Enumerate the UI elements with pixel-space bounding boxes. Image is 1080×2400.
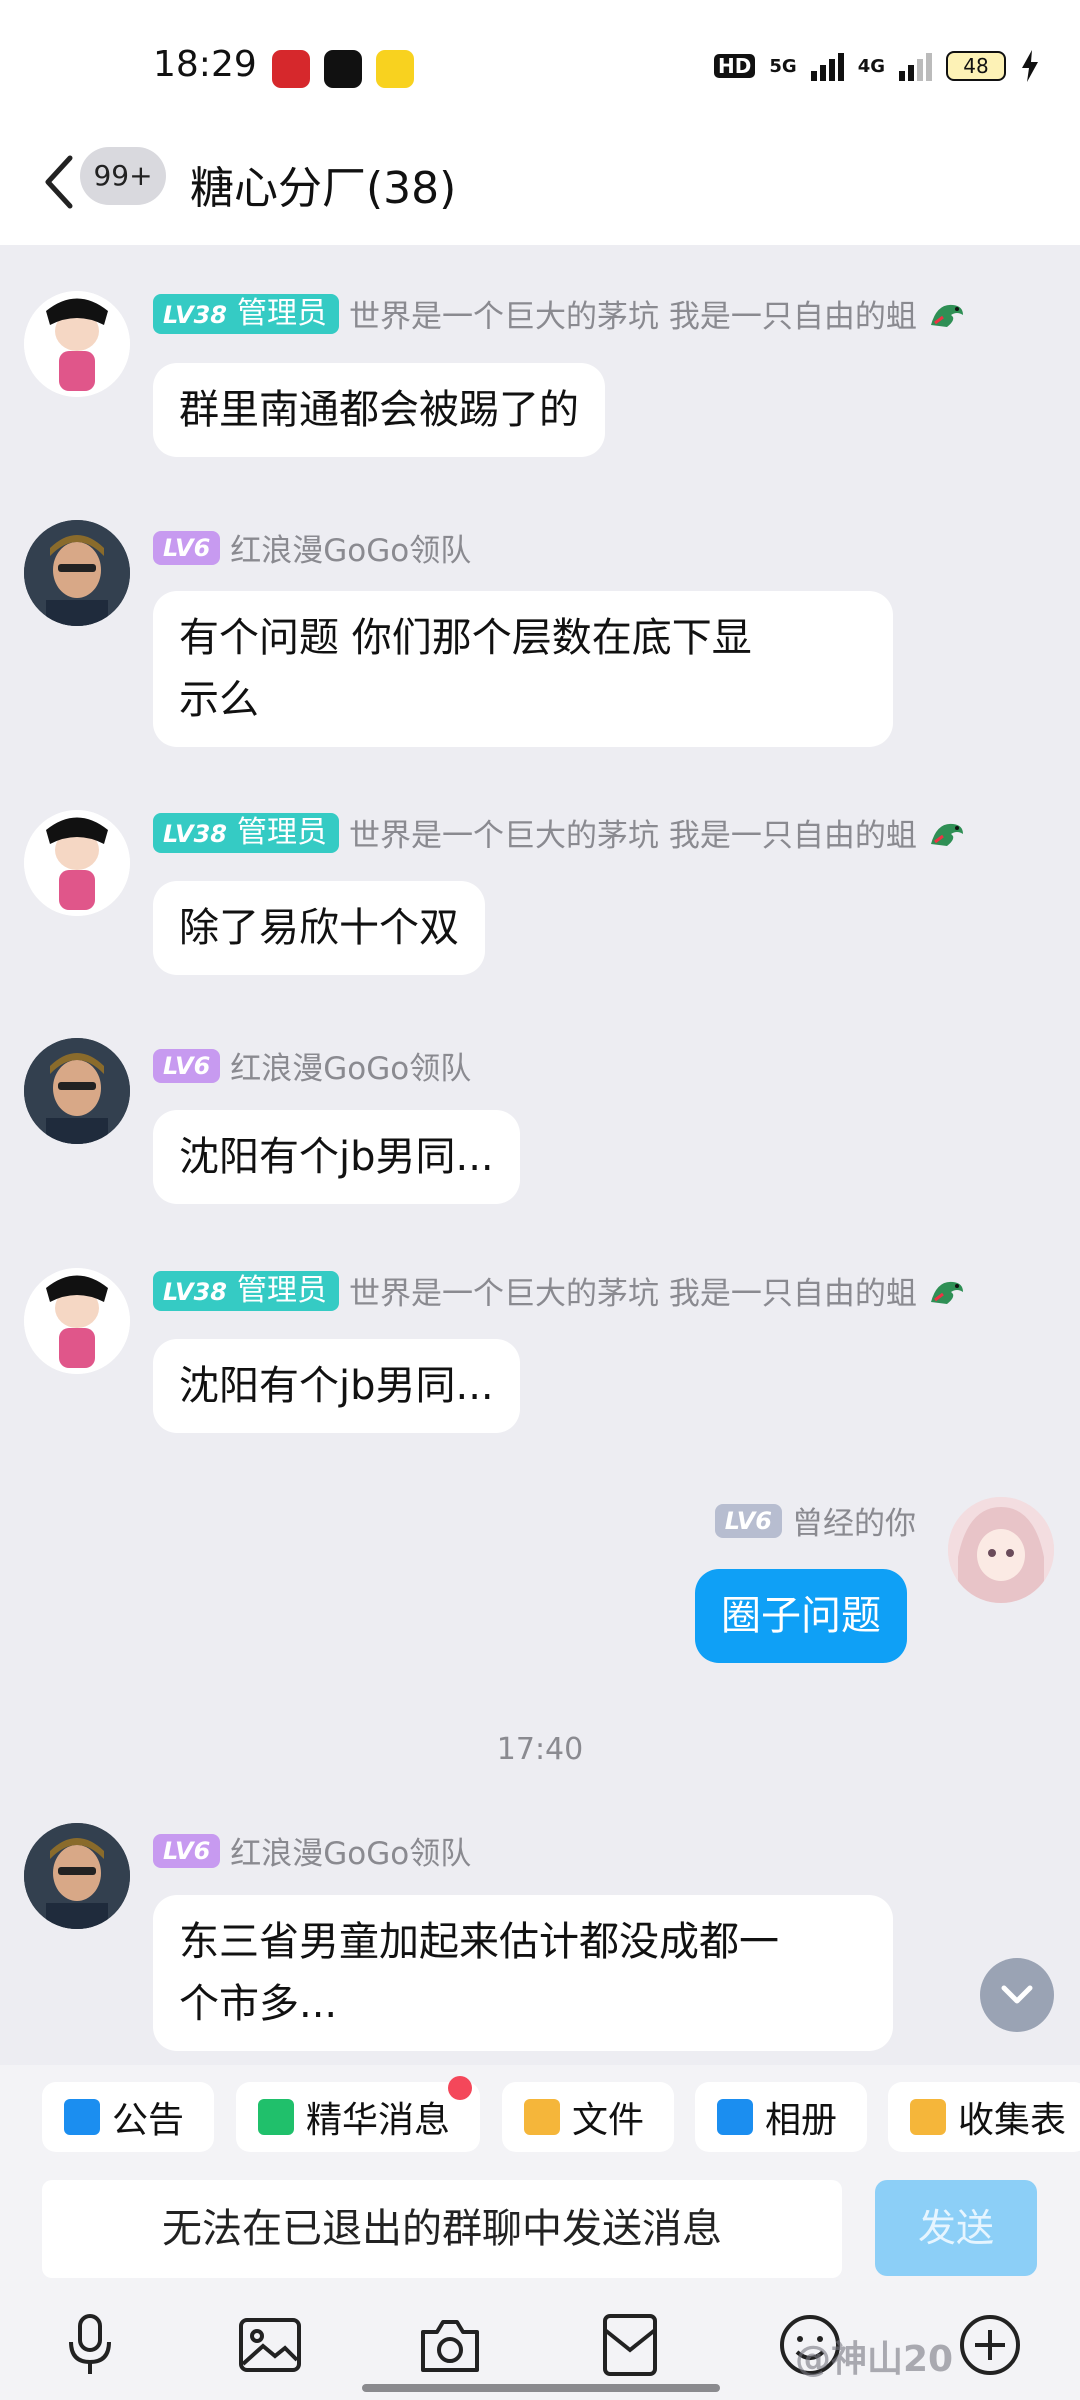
message-meta: LV38 管理员 世界是一个巨大的茅坑 我是一只自由的蛆: [153, 291, 967, 336]
avatar-me[interactable]: [948, 1497, 1054, 1603]
message-meta: LV38 管理员 世界是一个巨大的茅坑 我是一只自由的蛆: [153, 810, 967, 855]
collection-form-label: 收集表: [957, 2100, 1066, 2141]
signal-5g-label: 5G: [769, 55, 797, 77]
girl-avatar-icon: [24, 810, 130, 916]
sender-name[interactable]: 红浪漫GoGo领队: [230, 1828, 471, 1873]
bank-app-icon: [272, 50, 310, 88]
notification-dot: [448, 2076, 472, 2100]
quick-action-bar: 公告 精华消息 文件 相册 收集表: [0, 2065, 1080, 2170]
level-badge: LV6: [714, 1503, 782, 1538]
avatar-admin[interactable]: [24, 810, 130, 916]
dragon-emoji-icon: [930, 823, 963, 846]
folder-icon: [524, 2099, 560, 2135]
avatar-admin[interactable]: [24, 1268, 130, 1374]
man-avatar-icon: [24, 520, 130, 626]
battery-icon: 48: [946, 51, 1006, 81]
message-bubble[interactable]: 除了易欣十个双: [153, 881, 485, 975]
message-bubble[interactable]: 群里南通都会被踢了的: [153, 363, 605, 457]
level-badge: LV6: [153, 1833, 221, 1868]
microphone-icon[interactable]: [55, 2310, 125, 2380]
man-avatar-icon: [24, 1823, 130, 1929]
announcement-button[interactable]: 公告: [42, 2082, 214, 2152]
message-list[interactable]: LV38 管理员 世界是一个巨大的茅坑 我是一只自由的蛆 群里南通都会被踢了的 L…: [0, 245, 1080, 2065]
sender-name[interactable]: 曾经的你: [792, 1498, 916, 1543]
status-time: 18:29: [153, 44, 257, 85]
album-icon: [717, 2099, 753, 2135]
announcement-label: 公告: [112, 2100, 185, 2141]
add-more-icon[interactable]: [955, 2310, 1025, 2380]
anime-girl-avatar-icon: [948, 1497, 1054, 1603]
essence-label: 精华消息: [306, 2100, 451, 2141]
message-timestamp: 17:40: [496, 1732, 584, 1767]
girl-avatar-icon: [24, 291, 130, 397]
avatar-leader[interactable]: [24, 1038, 130, 1144]
message-bubble[interactable]: 有个问题 你们那个层数在底下显 示么: [153, 591, 893, 747]
announcement-icon: [64, 2099, 100, 2135]
camera-icon[interactable]: [415, 2310, 485, 2380]
message-line: 有个问题 你们那个层数在底下显: [179, 615, 752, 661]
level-badge: LV6: [153, 1048, 221, 1083]
level-badge: LV6: [153, 530, 221, 565]
input-row: 无法在已退出的群聊中发送消息 发送: [0, 2170, 1080, 2290]
album-button[interactable]: 相册: [695, 2082, 867, 2152]
message-meta: LV6 曾经的你: [714, 1498, 916, 1543]
essence-icon: [258, 2099, 294, 2135]
message-meta: LV6 红浪漫GoGo领队: [153, 525, 471, 570]
home-indicator[interactable]: [362, 2384, 720, 2392]
status-bar: 18:29 HD 5G 4G 48: [0, 0, 1080, 130]
message-bubble[interactable]: 沈阳有个jb男同...: [153, 1339, 520, 1433]
charging-bolt-icon: [1022, 50, 1038, 82]
message-meta: LV6 红浪漫GoGo领队: [153, 1828, 471, 1873]
avatar-admin[interactable]: [24, 291, 130, 397]
message-meta: LV6 红浪漫GoGo领队: [153, 1043, 471, 1088]
files-button[interactable]: 文件: [502, 2082, 674, 2152]
scroll-to-bottom-button[interactable]: [980, 1958, 1054, 2032]
sender-name[interactable]: 红浪漫GoGo领队: [230, 525, 471, 570]
clipboard-icon: [910, 2099, 946, 2135]
group-title[interactable]: 糖心分厂(38): [190, 152, 456, 216]
man-avatar-icon: [24, 1038, 130, 1144]
signal-bars-icon: [810, 51, 844, 81]
avatar-leader[interactable]: [24, 1823, 130, 1929]
chevron-down-icon: [1001, 1985, 1033, 2004]
red-packet-icon[interactable]: [595, 2310, 665, 2380]
tiktok-app-icon: [324, 50, 362, 88]
girl-avatar-icon: [24, 1268, 130, 1374]
signal-bars-2-icon: [899, 51, 932, 81]
signal-4g-label: 4G: [857, 55, 885, 77]
message-line: 东三省男童加起来估计都没成都一: [179, 1919, 779, 1965]
admin-badge: LV38 管理员: [153, 293, 339, 334]
chat-header: 99+ 糖心分厂(38): [0, 130, 1080, 245]
admin-badge: LV38 管理员: [153, 1270, 339, 1311]
dragon-emoji-icon: [930, 1281, 963, 1304]
send-button[interactable]: 发送: [875, 2180, 1037, 2276]
sender-name[interactable]: 世界是一个巨大的茅坑 我是一只自由的蛆: [349, 291, 917, 336]
message-meta: LV38 管理员 世界是一个巨大的茅坑 我是一只自由的蛆: [153, 1268, 967, 1313]
dragon-emoji-icon: [930, 304, 963, 327]
image-icon[interactable]: [235, 2310, 305, 2380]
sender-name[interactable]: 红浪漫GoGo领队: [230, 1043, 471, 1088]
message-line: 示么: [179, 677, 259, 723]
sender-name[interactable]: 世界是一个巨大的茅坑 我是一只自由的蛆: [349, 1268, 917, 1313]
status-indicators: HD 5G 4G 48: [714, 50, 1040, 82]
back-arrow-icon[interactable]: [40, 152, 80, 212]
message-line: 个市多...: [179, 1981, 338, 2027]
admin-badge: LV38 管理员: [153, 812, 339, 853]
sender-name[interactable]: 世界是一个巨大的茅坑 我是一只自由的蛆: [349, 810, 917, 855]
my-message-bubble[interactable]: 圈子问题: [695, 1569, 907, 1663]
avatar-leader[interactable]: [24, 520, 130, 626]
message-bubble[interactable]: 东三省男童加起来估计都没成都一 个市多...: [153, 1895, 893, 2051]
message-bubble[interactable]: 沈阳有个jb男同...: [153, 1110, 520, 1204]
collection-form-button[interactable]: 收集表: [888, 2082, 1080, 2152]
files-label: 文件: [572, 2100, 645, 2141]
unread-count-badge[interactable]: 99+: [80, 147, 166, 205]
message-input[interactable]: 无法在已退出的群聊中发送消息: [42, 2180, 842, 2278]
watermark: @神山20: [795, 2339, 954, 2380]
meituan-app-icon: [376, 50, 414, 88]
essence-messages-button[interactable]: 精华消息: [236, 2076, 480, 2152]
hd-icon: HD: [714, 54, 756, 78]
album-label: 相册: [765, 2100, 838, 2141]
